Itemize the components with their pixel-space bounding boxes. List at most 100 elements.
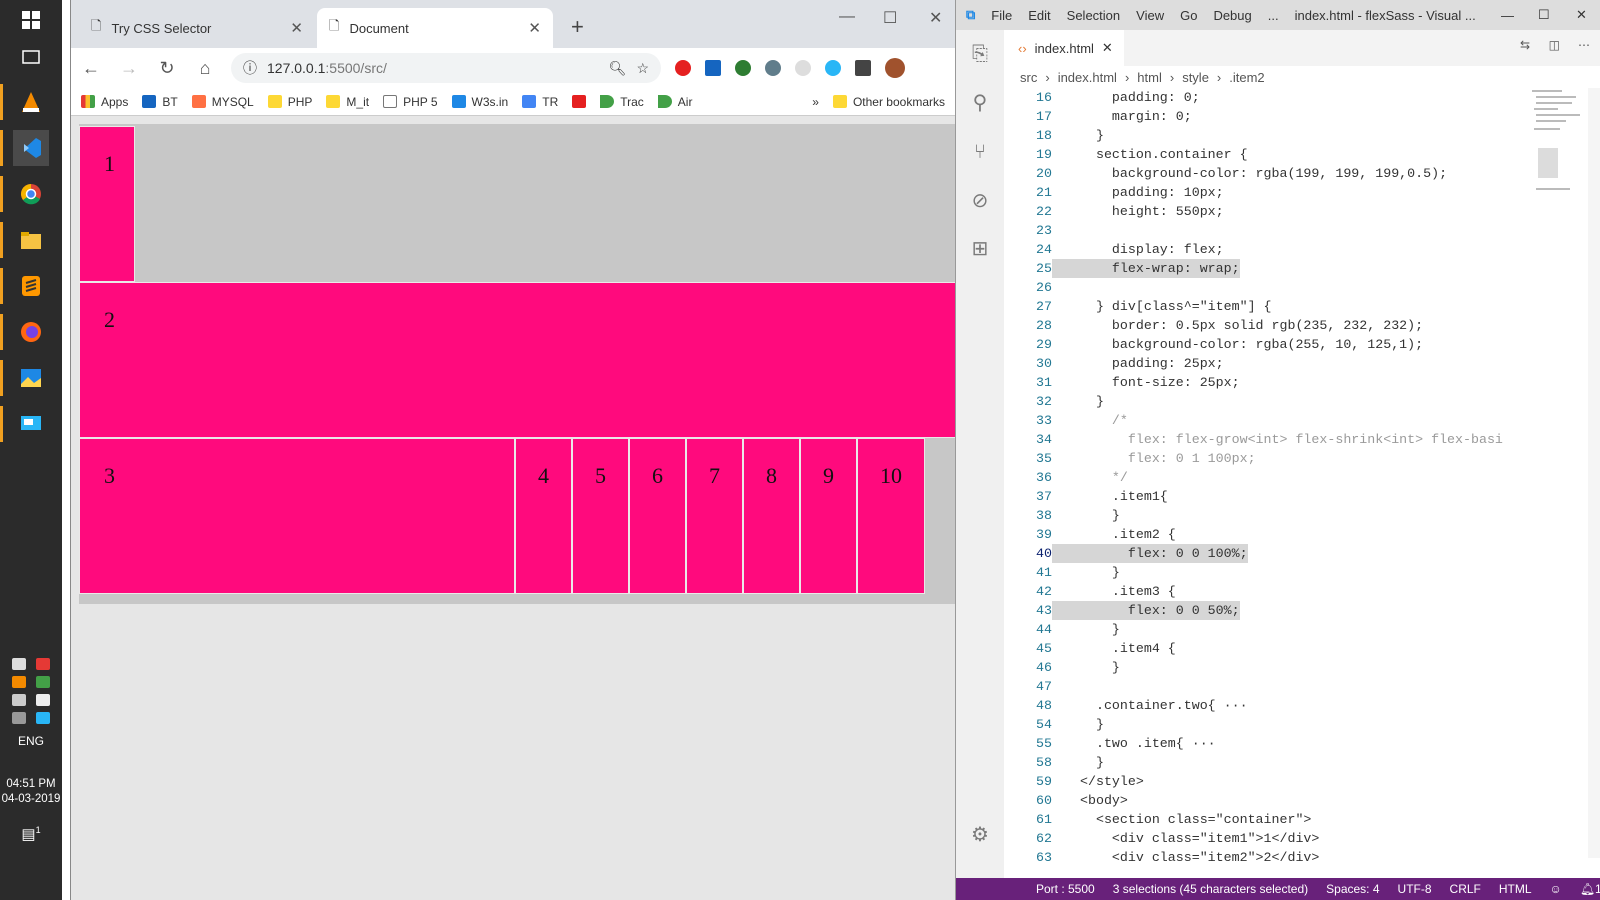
close-window-button[interactable]: ✕: [929, 8, 942, 28]
disabled-extension-icon[interactable]: [795, 60, 811, 76]
code-line[interactable]: 42 .item3 {: [1004, 582, 1564, 601]
minimize-button[interactable]: —: [1501, 8, 1514, 23]
security-tray-icon[interactable]: [36, 694, 50, 706]
code-line[interactable]: 48 .container.two{ ···: [1004, 696, 1564, 715]
code-line[interactable]: 29 background-color: rgba(255, 10, 125,1…: [1004, 335, 1564, 354]
code-line[interactable]: 30 padding: 25px;: [1004, 354, 1564, 373]
browser-tab-document[interactable]: 🗋 Document ✕: [317, 8, 553, 48]
extensions-icon[interactable]: ⊞: [968, 236, 992, 260]
notification-bell-icon[interactable]: 🔔︎1: [1580, 882, 1600, 896]
breadcrumb-item[interactable]: src: [1020, 70, 1037, 85]
remote-desktop-icon[interactable]: [13, 406, 49, 442]
bookmark-air[interactable]: Air: [657, 95, 692, 109]
bookmark-tr[interactable]: TR: [522, 95, 558, 109]
zoom-icon[interactable]: 🔍︎: [609, 60, 627, 77]
code-line[interactable]: 59 </style>: [1004, 772, 1564, 791]
sync-tray-icon[interactable]: [36, 676, 50, 688]
shield-extension-icon[interactable]: [855, 60, 871, 76]
code-editor[interactable]: 16 padding: 0; 17 margin: 0; 18 } 19 sectio…: [1004, 88, 1564, 878]
source-control-icon[interactable]: ⑂: [968, 140, 992, 164]
bookmark-trac[interactable]: Trac: [600, 95, 644, 109]
code-line[interactable]: 60 <body>: [1004, 791, 1564, 810]
code-line[interactable]: 44 }: [1004, 620, 1564, 639]
wave-extension-icon[interactable]: [825, 60, 841, 76]
close-tab-icon[interactable]: ✕: [528, 19, 541, 37]
selection-info[interactable]: 3 selections (45 characters selected): [1113, 882, 1308, 896]
close-window-button[interactable]: ✕: [1576, 7, 1587, 23]
code-line[interactable]: 58 }: [1004, 753, 1564, 772]
menu-file[interactable]: File: [991, 8, 1012, 23]
code-line[interactable]: 39 .item2 {: [1004, 525, 1564, 544]
chat-extension-icon[interactable]: [765, 60, 781, 76]
code-line[interactable]: 45 .item4 {: [1004, 639, 1564, 658]
encoding[interactable]: UTF-8: [1398, 882, 1432, 896]
display-tray-icon[interactable]: [12, 712, 26, 724]
code-line[interactable]: 32 }: [1004, 392, 1564, 411]
other-bookmarks[interactable]: Other bookmarks: [832, 95, 945, 109]
code-line[interactable]: 20 background-color: rgba(199, 199, 199,…: [1004, 164, 1564, 183]
chrome-taskbar-icon[interactable]: [13, 176, 49, 212]
bookmark-m-it[interactable]: M_it: [326, 95, 369, 109]
code-line[interactable]: 22 height: 550px;: [1004, 202, 1564, 221]
breadcrumb-item[interactable]: .item2: [1229, 70, 1264, 85]
bookmark-bt[interactable]: BT: [142, 95, 178, 109]
code-line[interactable]: 55 .two .item{ ···: [1004, 734, 1564, 753]
vlc-tray-icon[interactable]: [12, 676, 26, 688]
code-line[interactable]: 27 } div[class^="item"] {: [1004, 297, 1564, 316]
code-line[interactable]: 24 display: flex;: [1004, 240, 1564, 259]
explorer-icon[interactable]: ⎘: [968, 42, 992, 66]
bookmark-php5[interactable]: PHP 5: [383, 95, 438, 109]
battery-icon[interactable]: [12, 658, 26, 670]
breadcrumb-item[interactable]: index.html: [1058, 70, 1117, 85]
feedback-smiley-icon[interactable]: ☺: [1550, 882, 1562, 896]
sublime-text-icon[interactable]: [13, 268, 49, 304]
menu-more[interactable]: ...: [1268, 8, 1279, 23]
globe-extension-icon[interactable]: [735, 60, 751, 76]
more-bookmarks-button[interactable]: »: [812, 95, 819, 109]
close-tab-icon[interactable]: ✕: [1102, 40, 1113, 56]
code-line[interactable]: 25 flex-wrap: wrap;: [1004, 259, 1564, 278]
vlc-icon[interactable]: [13, 84, 49, 120]
bookmark-mysql[interactable]: MYSQL: [191, 95, 254, 109]
breadcrumb-item[interactable]: html: [1137, 70, 1162, 85]
code-line[interactable]: 31 font-size: 25px;: [1004, 373, 1564, 392]
menu-edit[interactable]: Edit: [1028, 8, 1050, 23]
code-line[interactable]: 62 <div class="item1">1</div>: [1004, 829, 1564, 848]
profile-avatar[interactable]: [885, 58, 905, 78]
bookmark-w3s[interactable]: W3s.in: [451, 95, 508, 109]
code-line[interactable]: 46 }: [1004, 658, 1564, 677]
language-mode[interactable]: HTML: [1499, 882, 1532, 896]
code-line[interactable]: 41 }: [1004, 563, 1564, 582]
code-line[interactable]: 61 <section class="container">: [1004, 810, 1564, 829]
task-view-icon[interactable]: [13, 40, 49, 76]
address-bar[interactable]: ⓘ 127.0.0.1:5500/src/ 🔍︎ ☆: [231, 53, 661, 83]
save-extension-icon[interactable]: [705, 60, 721, 76]
code-line[interactable]: 21 padding: 10px;: [1004, 183, 1564, 202]
minimap[interactable]: [1530, 88, 1590, 228]
home-icon[interactable]: ⌂: [193, 58, 217, 79]
minimize-button[interactable]: —: [839, 8, 855, 26]
code-line[interactable]: 54 }: [1004, 715, 1564, 734]
more-actions-icon[interactable]: ⋯: [1578, 38, 1590, 52]
code-line[interactable]: 40 flex: 0 0 100%;: [1004, 544, 1564, 563]
notification-center-icon[interactable]: ▤1: [0, 825, 62, 843]
menu-view[interactable]: View: [1136, 8, 1164, 23]
forward-arrow-icon[interactable]: →: [117, 58, 141, 79]
open-changes-icon[interactable]: ⇆: [1520, 38, 1530, 52]
code-line[interactable]: 34 flex: flex-grow<int> flex-shrink<int>…: [1004, 430, 1564, 449]
volume-icon[interactable]: [12, 694, 26, 706]
firefox-icon[interactable]: [13, 314, 49, 350]
code-line[interactable]: 17 margin: 0;: [1004, 107, 1564, 126]
code-line[interactable]: 47: [1004, 677, 1564, 696]
code-line[interactable]: 35 flex: 0 1 100px;: [1004, 449, 1564, 468]
back-arrow-icon[interactable]: ←: [79, 58, 103, 79]
code-line[interactable]: 63 <div class="item2">2</div>: [1004, 848, 1564, 867]
code-line[interactable]: 33 /*: [1004, 411, 1564, 430]
live-server-port[interactable]: Port : 5500: [1036, 882, 1095, 896]
maximize-button[interactable]: ☐: [883, 8, 897, 28]
bookmark-youtube[interactable]: [572, 95, 587, 108]
line-endings[interactable]: CRLF: [1450, 882, 1481, 896]
code-line[interactable]: 28 border: 0.5px solid rgb(235, 232, 232…: [1004, 316, 1564, 335]
maximize-button[interactable]: ☐: [1538, 7, 1550, 23]
code-line[interactable]: 16 padding: 0;: [1004, 88, 1564, 107]
